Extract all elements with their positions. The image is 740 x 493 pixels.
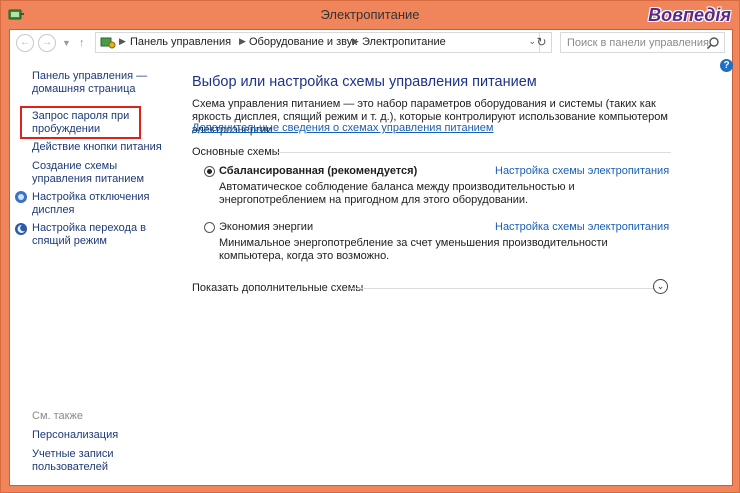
- sidebar-item-personalization[interactable]: Персонализация: [32, 429, 172, 442]
- sidebar-item-display-off-settings[interactable]: Настройка отключения дисплея: [32, 191, 172, 217]
- plan-balanced-radio[interactable]: [204, 166, 215, 177]
- plan-balanced-name[interactable]: Сбалансированная (рекомендуется): [219, 165, 417, 177]
- search-icon[interactable]: [706, 36, 720, 50]
- breadcrumb-separator-icon: ▶: [119, 36, 126, 46]
- window-content: ← → ▼ ↑ ▶ Панель управления ▶ Оборудован…: [9, 29, 733, 486]
- sidebar-item-user-accounts[interactable]: Учетные записи пользователей: [32, 448, 132, 474]
- sidebar-item-create-power-plan[interactable]: Создание схемы управления питанием: [32, 160, 172, 186]
- show-more-divider: [350, 288, 655, 289]
- plan-power-saver-radio[interactable]: [204, 222, 215, 233]
- plan-power-saver-name[interactable]: Экономия энергии: [219, 221, 313, 233]
- recent-pages-dropdown-icon[interactable]: ▼: [62, 38, 71, 48]
- plan-balanced-description: Автоматическое соблюдение баланса между …: [219, 181, 575, 206]
- breadcrumb-power-options[interactable]: Электропитание: [362, 36, 446, 48]
- breadcrumb-separator-icon[interactable]: ▶: [239, 36, 246, 47]
- breadcrumb-hardware-sound[interactable]: Оборудование и звук: [249, 36, 357, 48]
- plan-power-saver-settings-link[interactable]: Настройка схемы электропитания: [495, 221, 669, 233]
- chevron-down-icon[interactable]: ⌄: [653, 279, 668, 294]
- title-bar: Электропитание Вовпедія: [1, 1, 739, 29]
- back-icon[interactable]: ←: [16, 34, 34, 52]
- show-more-plans-label[interactable]: Показать дополнительные схемы: [192, 282, 363, 294]
- group-divider: [277, 152, 671, 153]
- display-off-icon: [15, 191, 27, 203]
- plan-balanced-settings-link[interactable]: Настройка схемы электропитания: [495, 165, 669, 177]
- refresh-button[interactable]: ↻: [532, 32, 552, 53]
- breadcrumb-control-panel[interactable]: Панель управления: [130, 36, 231, 48]
- navigation-bar: ← → ▼ ↑ ▶ Панель управления ▶ Оборудован…: [10, 30, 732, 55]
- sleep-mode-icon: [15, 223, 27, 235]
- see-also-title: См. также: [32, 410, 83, 422]
- more-info-link[interactable]: Дополнительные сведения о схемах управле…: [192, 122, 494, 134]
- breadcrumb-separator-icon[interactable]: ▶: [352, 36, 359, 47]
- sidebar-item-password-on-wakeup[interactable]: Запрос пароля при пробуждении: [32, 110, 142, 136]
- up-arrow-icon[interactable]: ↑: [79, 37, 85, 49]
- forward-icon[interactable]: →: [38, 34, 56, 52]
- sidebar-item-sleep-settings[interactable]: Настройка перехода в спящий режим: [32, 222, 172, 248]
- search-input[interactable]: Поиск в панели управления: [560, 32, 725, 53]
- help-icon[interactable]: ?: [720, 59, 733, 72]
- watermark-logo: Вовпедія: [648, 5, 731, 25]
- plan-power-saver-description: Минимальное энергопотребление за счет ум…: [219, 237, 608, 262]
- sidebar-item-power-button-action[interactable]: Действие кнопки питания: [32, 141, 172, 154]
- sidebar-item-control-panel-home[interactable]: Панель управления — домашняя страница: [32, 70, 172, 96]
- page-title: Выбор или настройка схемы управления пит…: [192, 74, 537, 90]
- window-title: Электропитание: [320, 7, 420, 22]
- address-bar[interactable]: ▶ Панель управления ▶ Оборудование и зву…: [95, 32, 540, 53]
- group-title: Основные схемы: [192, 146, 280, 158]
- search-placeholder: Поиск в панели управления: [567, 37, 709, 49]
- window: Электропитание Вовпедія ← → ▼ ↑ ▶ Панель…: [0, 0, 740, 493]
- control-panel-icon: [100, 37, 116, 49]
